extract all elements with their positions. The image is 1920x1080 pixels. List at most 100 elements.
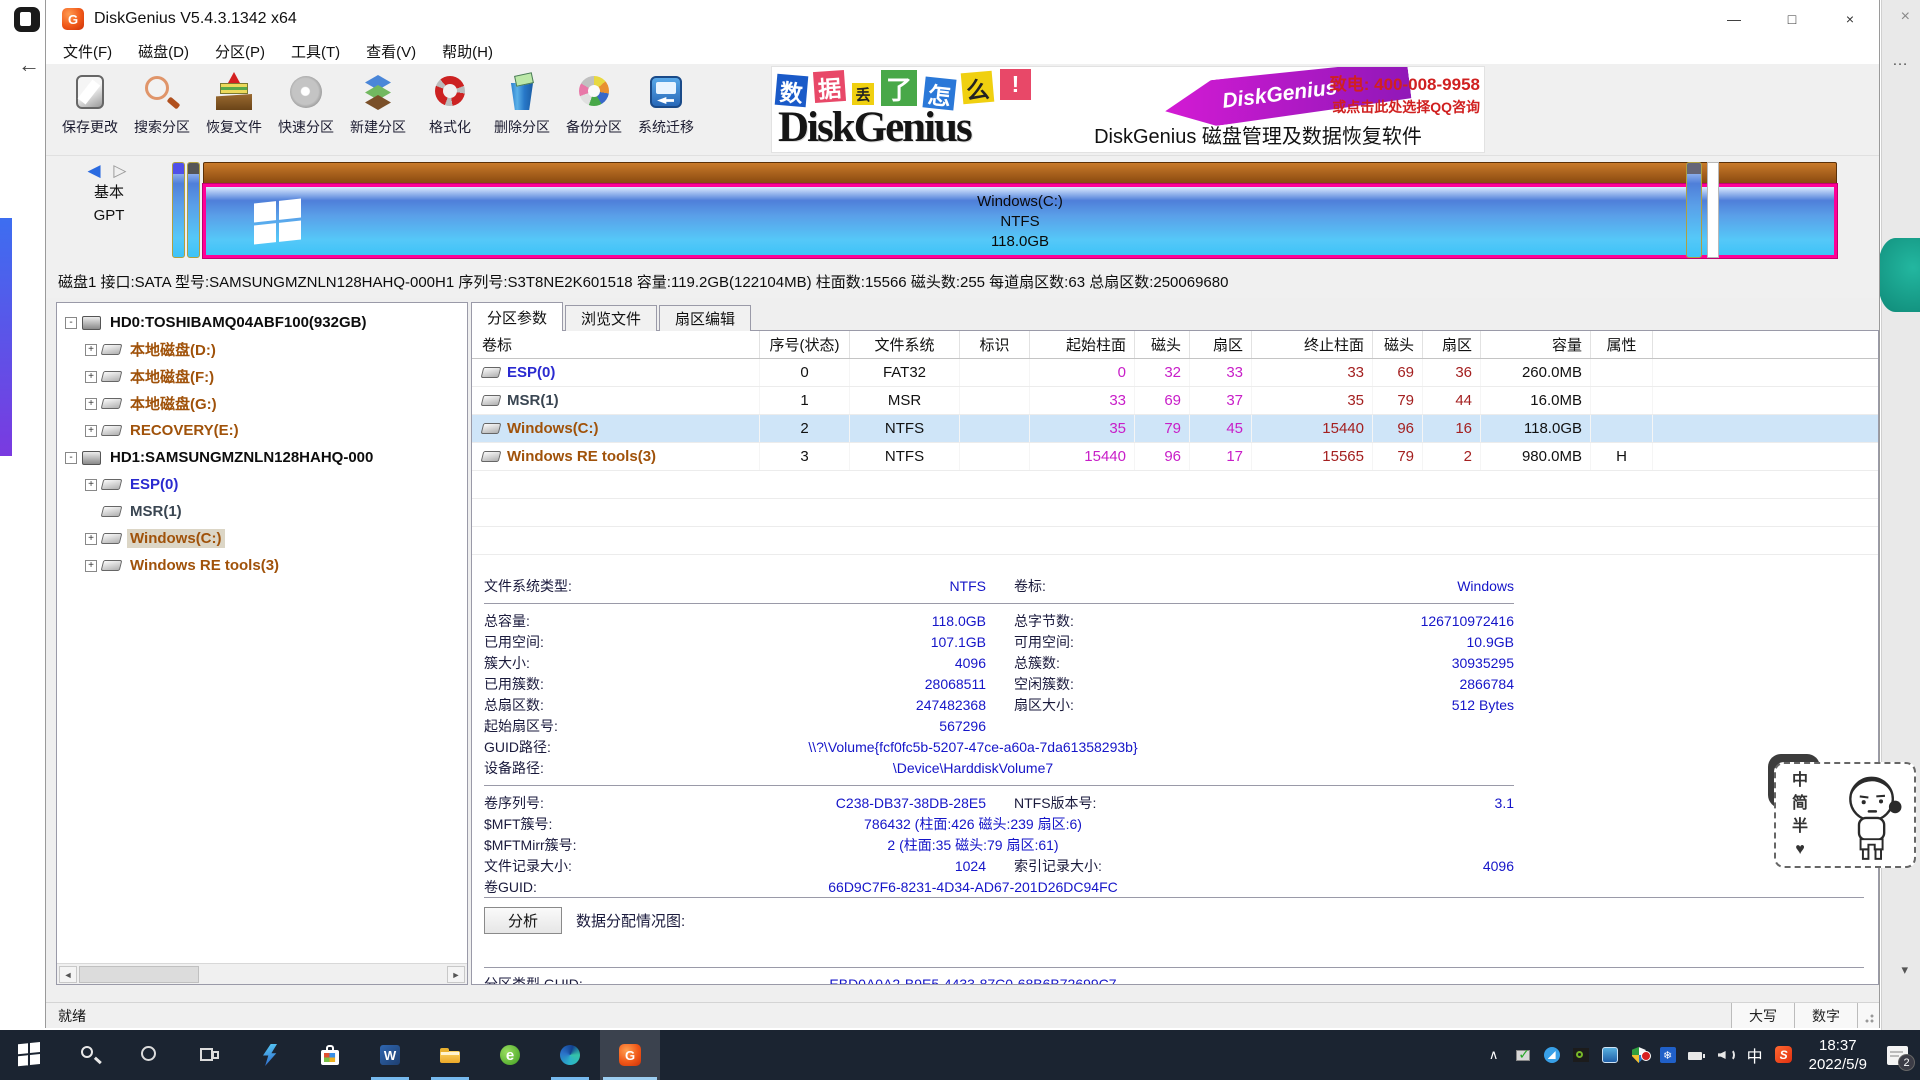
expander-icon[interactable]: - — [65, 452, 77, 464]
tab-browse-files[interactable]: 浏览文件 — [565, 305, 657, 331]
ime-mode-char[interactable]: ♥ — [1790, 839, 1810, 860]
partition-bar-windows-re[interactable] — [1686, 162, 1702, 258]
expander-icon[interactable]: + — [85, 398, 97, 410]
save-changes-button[interactable]: 保存更改 — [54, 68, 126, 152]
cortana-icon[interactable] — [120, 1030, 180, 1080]
tray-intel-graphics-icon[interactable] — [1600, 1035, 1620, 1075]
tray-defender-icon[interactable] — [1629, 1035, 1649, 1075]
tab-partition-params[interactable]: 分区参数 — [471, 302, 563, 331]
ime-mode-char[interactable]: 简 — [1790, 793, 1810, 814]
ime-mode-char[interactable]: 中 — [1790, 770, 1810, 791]
partition-bar-msr[interactable] — [187, 162, 200, 258]
table-header-cell[interactable]: 文件系统 — [850, 331, 960, 358]
diskgenius-taskbar-icon[interactable]: G — [600, 1030, 660, 1080]
search-partition-button[interactable]: 搜索分区 — [126, 68, 198, 152]
table-header-cell[interactable]: 容量 — [1481, 331, 1591, 358]
table-header-cell[interactable]: 序号(状态) — [760, 331, 850, 358]
tray-nvidia-icon[interactable] — [1571, 1035, 1591, 1075]
tab-sector-edit[interactable]: 扇区编辑 — [659, 305, 751, 331]
recover-files-button[interactable]: 恢复文件 — [198, 68, 270, 152]
tree-item-msr[interactable]: MSR(1) — [57, 498, 467, 525]
scroll-left-icon[interactable]: ◄ — [59, 966, 77, 983]
minimize-button[interactable]: — — [1705, 0, 1763, 38]
table-header-cell[interactable]: 磁头 — [1135, 331, 1190, 358]
table-header-cell[interactable]: 扇区 — [1423, 331, 1481, 358]
word-icon[interactable]: W — [360, 1030, 420, 1080]
partition-row-windows-c[interactable]: Windows(C:) 2 NTFS 35 79 45 15440 96 16 … — [472, 415, 1878, 443]
table-header-cell[interactable]: 起始柱面 — [1030, 331, 1135, 358]
ime-status-panel[interactable]: 中简半♥ — [1774, 762, 1916, 868]
disk-prev-icon[interactable]: ◀ — [88, 161, 105, 180]
backup-partition-button[interactable]: 备份分区 — [558, 68, 630, 152]
start-button[interactable] — [0, 1030, 60, 1080]
expander-icon[interactable]: + — [85, 479, 97, 491]
tray-snowflake-icon[interactable]: ❄ — [1658, 1035, 1678, 1075]
table-header-cell[interactable]: 终止柱面 — [1252, 331, 1373, 358]
new-partition-button[interactable]: 新建分区 — [342, 68, 414, 152]
expander-icon[interactable]: + — [85, 560, 97, 572]
partition-row-esp[interactable]: ESP(0) 0 FAT32 0 32 33 33 69 36 260.0MB — [472, 359, 1878, 387]
table-header-cell[interactable]: 属性 — [1591, 331, 1653, 358]
menu-item[interactable]: 磁盘(D) — [125, 38, 202, 64]
edge-icon[interactable] — [540, 1030, 600, 1080]
system-migration-button[interactable]: 系统迁移 — [630, 68, 702, 152]
task-view-icon[interactable] — [180, 1030, 240, 1080]
menu-item[interactable]: 工具(T) — [278, 38, 353, 64]
tree-item-local-g[interactable]: + 本地磁盘(G:) — [57, 390, 467, 417]
delete-partition-button[interactable]: 删除分区 — [486, 68, 558, 152]
disk-map-scrollbar[interactable] — [1707, 162, 1719, 258]
notification-center-icon[interactable]: 2 — [1882, 1035, 1912, 1075]
file-explorer-icon[interactable] — [420, 1030, 480, 1080]
table-header-cell[interactable]: 磁头 — [1373, 331, 1423, 358]
tray-sogou-icon[interactable]: S — [1774, 1035, 1794, 1075]
partition-row-msr[interactable]: MSR(1) 1 MSR 33 69 37 35 79 44 16.0MB — [472, 387, 1878, 415]
ime-mode-char[interactable]: 半 — [1790, 816, 1810, 837]
taskbar-clock[interactable]: 18:37 2022/5/9 — [1803, 1036, 1873, 1074]
tree-item-hd1[interactable]: - HD1:SAMSUNGMZNLN128HAHQ-000 — [57, 444, 467, 471]
tree-item-windows-c[interactable]: + Windows(C:) — [57, 525, 467, 552]
ad-banner[interactable]: 数据丢了怎么! DiskGenius DiskGenius 致电: 400-00… — [771, 66, 1485, 153]
scroll-right-icon[interactable]: ► — [447, 966, 465, 983]
scrollbar-thumb[interactable] — [79, 966, 199, 983]
menu-item[interactable]: 查看(V) — [353, 38, 429, 64]
tray-battery-icon[interactable] — [1687, 1035, 1707, 1075]
ad-contact[interactable]: 致电: 400-008-9958 或点击此处选择QQ咨询 — [1330, 70, 1480, 117]
disk-next-icon[interactable]: ▷ — [113, 161, 130, 180]
tree-item-local-d[interactable]: + 本地磁盘(D:) — [57, 336, 467, 363]
menu-item[interactable]: 文件(F) — [50, 38, 125, 64]
menu-item[interactable]: 分区(P) — [202, 38, 278, 64]
menu-item[interactable]: 帮助(H) — [429, 38, 506, 64]
tray-chevron-icon[interactable]: ∧ — [1484, 1035, 1504, 1075]
tree-item-windows-re[interactable]: + Windows RE tools(3) — [57, 552, 467, 579]
resize-grip[interactable] — [1857, 1003, 1879, 1028]
back-arrow-icon[interactable]: ← — [18, 52, 40, 78]
tree-item-hd0[interactable]: - HD0:TOSHIBAMQ04ABF100(932GB) — [57, 309, 467, 336]
table-header-cell[interactable]: 卷标 — [472, 331, 760, 358]
close-button[interactable]: × — [1821, 0, 1879, 38]
expander-icon[interactable]: + — [85, 371, 97, 383]
expander-icon[interactable]: + — [85, 533, 97, 545]
tray-ime-lang-icon[interactable]: 中 — [1745, 1035, 1765, 1075]
maximize-button[interactable]: □ — [1763, 0, 1821, 38]
expander-icon[interactable]: + — [85, 344, 97, 356]
tree-item-recovery-e[interactable]: + RECOVERY(E:) — [57, 417, 467, 444]
background-close-icon[interactable]: × — [1901, 8, 1910, 26]
ad-qq-link[interactable]: 或点击此处选择QQ咨询 — [1330, 97, 1480, 117]
flash-app-icon[interactable] — [240, 1030, 300, 1080]
microsoft-store-icon[interactable] — [300, 1030, 360, 1080]
format-button[interactable]: 格式化 — [414, 68, 486, 152]
tray-antivirus-icon[interactable]: ✓ — [1513, 1035, 1533, 1075]
taskbar-search-icon[interactable] — [60, 1030, 120, 1080]
partition-bar-esp[interactable] — [172, 162, 185, 258]
green-browser-icon[interactable]: e — [480, 1030, 540, 1080]
partition-row-windows-re[interactable]: Windows RE tools(3) 3 NTFS 15440 96 17 1… — [472, 443, 1878, 471]
background-more-icon[interactable]: … — [1892, 52, 1908, 70]
partition-bar-windows-c[interactable]: Windows(C:) NTFS 118.0GB — [203, 162, 1837, 258]
tray-dingtalk-icon[interactable] — [1542, 1035, 1562, 1075]
expander-icon[interactable]: - — [65, 317, 77, 329]
tree-item-esp[interactable]: + ESP(0) — [57, 471, 467, 498]
background-scroll-down-icon[interactable]: ▾ — [1901, 962, 1908, 978]
tree-hscrollbar[interactable]: ◄ ► — [57, 963, 467, 984]
tree-item-local-f[interactable]: + 本地磁盘(F:) — [57, 363, 467, 390]
analyze-button[interactable]: 分析 — [484, 907, 562, 934]
